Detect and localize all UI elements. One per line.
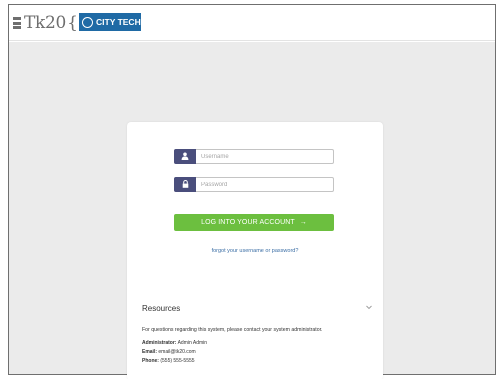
administrator-label: Administrator: [142,340,177,346]
email-label: Email: [142,349,158,355]
administrator-value: Admin Admin [177,340,208,346]
forgot-credentials-link[interactable]: forgot your username or password? [127,248,383,254]
content-area: LOG INTO YOUR ACCOUNT → forgot your user… [9,42,495,379]
password-input[interactable] [201,178,331,191]
resources-intro: For questions regarding this system, ple… [142,327,323,333]
login-button[interactable]: LOG INTO YOUR ACCOUNT → [174,214,334,231]
username-input[interactable] [201,150,331,163]
logo-text: Tk20 [24,13,67,33]
password-field[interactable] [174,176,334,192]
user-icon [174,148,196,164]
app-window: Tk20 { CITY TECH Username LOG INTO YOUR … [8,4,496,379]
administrator-line: Administrator: Admin Admin [142,340,207,346]
tk20-logo[interactable]: Tk20 { [13,13,78,33]
city-tech-badge: CITY TECH [79,13,141,31]
username-field[interactable] [174,148,334,164]
login-button-label: LOG INTO YOUR ACCOUNT [201,219,295,226]
phone-label: Phone: [142,358,159,364]
tk20-logo-icon [13,17,21,29]
lock-icon [174,176,196,192]
arrow-right-icon: → [299,219,307,226]
email-line: Email: email@tk20.com [142,349,196,355]
phone-line: Phone: (555) 555-5555 [142,358,195,364]
city-tech-seal-icon [82,16,93,28]
header: Tk20 { CITY TECH [9,5,495,41]
login-card: LOG INTO YOUR ACCOUNT → forgot your user… [127,122,383,379]
chevron-down-icon[interactable] [365,303,373,311]
logo-brace: { [67,13,78,33]
resources-title[interactable]: Resources [142,304,180,313]
email-value: email@tk20.com [158,349,196,355]
badge-text: CITY TECH [96,17,141,27]
phone-value: (555) 555-5555 [160,358,195,364]
